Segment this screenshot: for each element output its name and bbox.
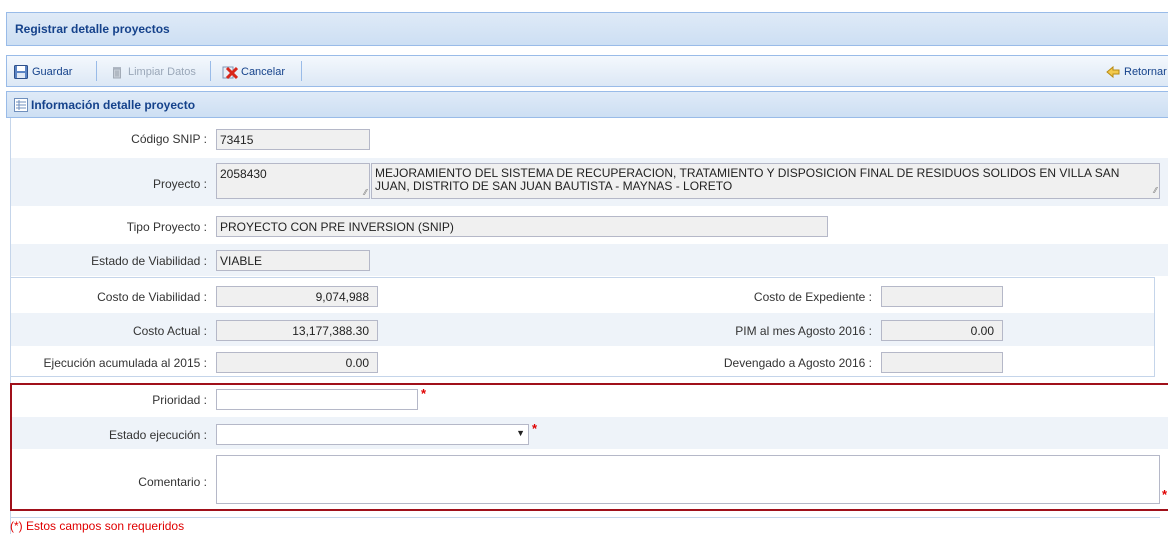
costo-actual-field: 13,177,388.30: [216, 320, 378, 341]
limpiar-datos-button[interactable]: Limpiar Datos: [109, 63, 196, 81]
prioridad-input[interactable]: [216, 389, 418, 410]
estado-ejecucion-required-mark: *: [532, 421, 538, 436]
retornar-button[interactable]: Retornar: [1105, 63, 1167, 81]
toolbar: Guardar Limpiar Datos Cancelar Retornar: [6, 55, 1168, 87]
ejecucion-acumulada-label: Ejecución acumulada al 2015 :: [43, 356, 207, 370]
costo-expediente-field: [881, 286, 1003, 307]
toolbar-separator: [301, 61, 302, 81]
required-footnote: (*) Estos campos son requeridos: [10, 519, 185, 533]
pim-field: 0.00: [881, 320, 1003, 341]
proyecto-description-value: MEJORAMIENTO DEL SISTEMA DE RECUPERACION…: [375, 166, 1120, 193]
tipo-proyecto-field: PROYECTO CON PRE INVERSION (SNIP): [216, 216, 828, 237]
guardar-label: Guardar: [32, 66, 73, 78]
save-icon: [14, 65, 28, 79]
guardar-button[interactable]: Guardar: [13, 63, 72, 81]
ejecucion-acumulada-field: 0.00: [216, 352, 378, 373]
costo-expediente-label: Costo de Expediente :: [753, 290, 872, 304]
form-bottom-border: [10, 517, 1160, 518]
devengado-label: Devengado a Agosto 2016 :: [723, 356, 872, 370]
window-title: Registrar detalle proyectos: [15, 22, 170, 36]
comentario-textarea[interactable]: [216, 455, 1160, 504]
costo-viabilidad-label: Costo de Viabilidad :: [97, 290, 207, 304]
toolbar-separator: [210, 61, 211, 81]
prioridad-label: Prioridad :: [152, 393, 207, 407]
pim-label: PIM al mes Agosto 2016 :: [735, 324, 872, 338]
proyecto-code-value: 2058430: [220, 167, 267, 181]
trash-icon: [113, 67, 121, 79]
form-icon: [14, 98, 28, 112]
prioridad-required-mark: *: [421, 386, 427, 401]
return-arrow-icon: [1106, 65, 1120, 79]
dropdown-arrow-icon[interactable]: ▼: [516, 428, 525, 438]
costo-viabilidad-field: 9,074,988: [216, 286, 378, 307]
costo-actual-label: Costo Actual :: [132, 324, 207, 338]
codigo-snip-field: 73415: [216, 129, 370, 150]
estado-viabilidad-label: Estado de Viabilidad :: [91, 254, 207, 268]
comentario-label: Comentario :: [138, 475, 207, 489]
resize-grip-icon: ⁄⁄: [1154, 186, 1157, 195]
section-header: Información detalle proyecto: [6, 91, 1168, 118]
devengado-field: [881, 352, 1003, 373]
cancel-icon: [222, 66, 238, 80]
window-title-bar: Registrar detalle proyectos: [6, 12, 1168, 46]
estado-ejecucion-label: Estado ejecución :: [108, 428, 207, 442]
proyecto-label: Proyecto :: [152, 177, 207, 191]
cancelar-button[interactable]: Cancelar: [222, 63, 285, 81]
tipo-proyecto-label: Tipo Proyecto :: [126, 220, 207, 234]
proyecto-code-field: 2058430 ⁄⁄: [216, 163, 370, 199]
proyecto-description-field: MEJORAMIENTO DEL SISTEMA DE RECUPERACION…: [371, 163, 1160, 199]
section-title: Información detalle proyecto: [31, 98, 196, 112]
resize-grip-icon: ⁄⁄: [364, 188, 367, 197]
cancelar-label: Cancelar: [241, 66, 286, 78]
toolbar-separator: [96, 61, 97, 81]
codigo-snip-label: Código SNIP :: [131, 132, 207, 146]
retornar-label: Retornar: [1124, 66, 1167, 78]
limpiar-label: Limpiar Datos: [128, 66, 196, 78]
comentario-required-mark: *: [1162, 487, 1168, 502]
estado-viabilidad-field: VIABLE: [216, 250, 370, 271]
estado-ejecucion-select[interactable]: ▼: [216, 424, 529, 445]
